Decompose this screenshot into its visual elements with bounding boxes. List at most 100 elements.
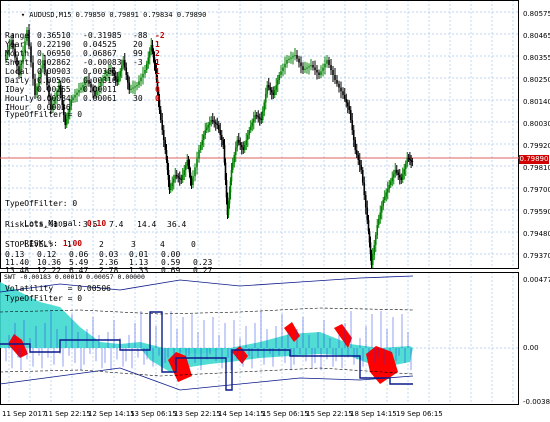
candle-body <box>213 121 216 123</box>
time-axis-label: 12 Sep 14:15 <box>88 410 135 418</box>
candle-body <box>267 85 270 88</box>
candle-body <box>177 176 180 178</box>
type-of-filter-label: TypeOfFilter = 0 <box>5 110 83 119</box>
stoplevel-value: 4 <box>160 240 165 249</box>
candle-body <box>298 58 300 63</box>
candle-body <box>324 63 326 68</box>
info-row-label: Hourly <box>5 94 34 103</box>
candle-body <box>409 159 411 160</box>
candle-body <box>401 174 404 180</box>
sub-type-of-filter-label: TypeOfFilter = 0 <box>5 294 83 303</box>
candle-body <box>284 63 286 68</box>
candle-body <box>338 83 340 88</box>
candle-body <box>264 93 267 103</box>
candle-body <box>257 116 260 118</box>
indicator-window[interactable]: SWT -0.00183 0.00019 0.00057 0.00000 Vol… <box>0 272 550 407</box>
candle-body <box>364 195 367 208</box>
candle-body <box>318 72 320 75</box>
candle-body <box>171 182 174 187</box>
candle-body <box>251 122 254 127</box>
candle-body <box>302 66 304 70</box>
info-row-value-1: 0.02862 <box>37 58 71 67</box>
swt-header: SWT -0.00183 0.00019 0.00057 0.00000 <box>4 273 145 281</box>
indicator-axis-label: 0.00477 <box>523 276 550 284</box>
candle-body <box>371 255 374 265</box>
info-row-label: Local <box>5 67 30 76</box>
price-axis-label: 0.79480 <box>523 230 550 238</box>
info-row-value-4: -2 <box>155 31 165 40</box>
candle-body <box>342 91 344 95</box>
candle-body <box>231 162 234 170</box>
candle-body <box>214 122 217 124</box>
candle-body <box>202 135 205 140</box>
risk-lots-row: RiskLots,%: 1.5 3.5 7.4 14.4 36.4 <box>5 220 225 230</box>
candle-body <box>346 102 349 107</box>
risk-lots-value: 1.5 <box>53 220 68 229</box>
risk-lots-value: 14.4 <box>137 220 157 229</box>
info-row-label: Year <box>5 40 25 49</box>
risk-lots-value: 7.4 <box>109 220 124 229</box>
candle-body <box>383 196 386 200</box>
candle-body <box>366 207 369 220</box>
info-row-value-1: 0.00255 <box>37 85 71 94</box>
candle-body <box>194 167 196 177</box>
candle-body <box>258 117 261 119</box>
info-row-value-2: 0.00061 <box>83 94 117 103</box>
candle-body <box>266 85 269 94</box>
price-axis[interactable]: 0.80575 0.80465 0.80355 0.80250 0.80140 0.800… <box>519 0 550 270</box>
candle-body <box>252 118 255 123</box>
candle-body <box>162 130 165 140</box>
info-row-value-3: -3 <box>133 58 143 67</box>
price-axis-label: 0.79700 <box>523 186 550 194</box>
candle-body <box>334 75 336 80</box>
current-price-tag: 0.79890 <box>519 155 549 164</box>
candle-body <box>391 177 394 182</box>
candle-body <box>196 158 198 168</box>
main-chart-window[interactable]: ▾ AUDUSD,M15 0.79850 0.79891 0.79834 0.7… <box>0 0 550 275</box>
stoplevel-value: 2 <box>99 240 104 249</box>
candle-body <box>394 170 397 174</box>
candle-body <box>348 106 351 110</box>
stoplevel-row: STOPLEVEL: 1 2 3 4 0 <box>5 240 225 250</box>
candle-body <box>308 66 310 68</box>
time-axis[interactable]: 11 Sep 2017 11 Sep 22:15 12 Sep 14:15 13 Se… <box>0 407 520 422</box>
type-of-filter-text: TypeOfFilter: 0 <box>5 199 78 208</box>
candle-body <box>243 145 246 150</box>
candle-body <box>411 161 414 162</box>
candle-body <box>388 185 391 189</box>
info-row-label: Month <box>5 49 30 58</box>
info-row-value-4: 1 <box>155 67 160 76</box>
candle-body <box>312 65 314 68</box>
candle-body <box>363 182 366 195</box>
indicator-axis-label: -0.00383 <box>523 398 550 406</box>
indicator-axis[interactable]: 0.00477 0.00 -0.00383 <box>519 272 550 407</box>
price-axis-label: 0.80030 <box>523 120 550 128</box>
risk-lots-value: 3.5 <box>83 220 98 229</box>
candle-body <box>184 165 187 170</box>
info-row-value-3: 20 <box>133 40 143 49</box>
candle-body <box>169 186 172 190</box>
candle-body <box>373 245 376 255</box>
candle-body <box>332 70 334 75</box>
candle-body <box>280 71 282 75</box>
candle-body <box>379 212 382 219</box>
info-row-value-3: -88 <box>133 31 148 40</box>
info-row-value-4: 1 <box>155 58 160 67</box>
info-panel: Range 0.36510 -0.31985 -88 -2 Year 0.22190 0.04… <box>5 31 175 121</box>
candle-body <box>294 55 296 57</box>
candle-body <box>377 218 380 225</box>
info-row-value-4: 1 <box>155 76 160 85</box>
info-row-value-4: 2 <box>155 49 160 58</box>
candle-body <box>216 123 219 125</box>
price-axis-label: 0.79370 <box>523 252 550 260</box>
candle-body <box>178 177 181 179</box>
candle-body <box>288 58 290 60</box>
stoplevel-value: 0 <box>191 240 196 249</box>
price-axis-label: 0.79920 <box>523 142 550 150</box>
candle-body <box>245 140 248 145</box>
info-row-value-2: 0.04525 <box>83 40 117 49</box>
price-axis-label: 0.80575 <box>523 10 550 18</box>
info-row-value-2: 0.06867 <box>83 49 117 58</box>
candle-body <box>242 147 245 150</box>
candle-body <box>380 206 383 213</box>
